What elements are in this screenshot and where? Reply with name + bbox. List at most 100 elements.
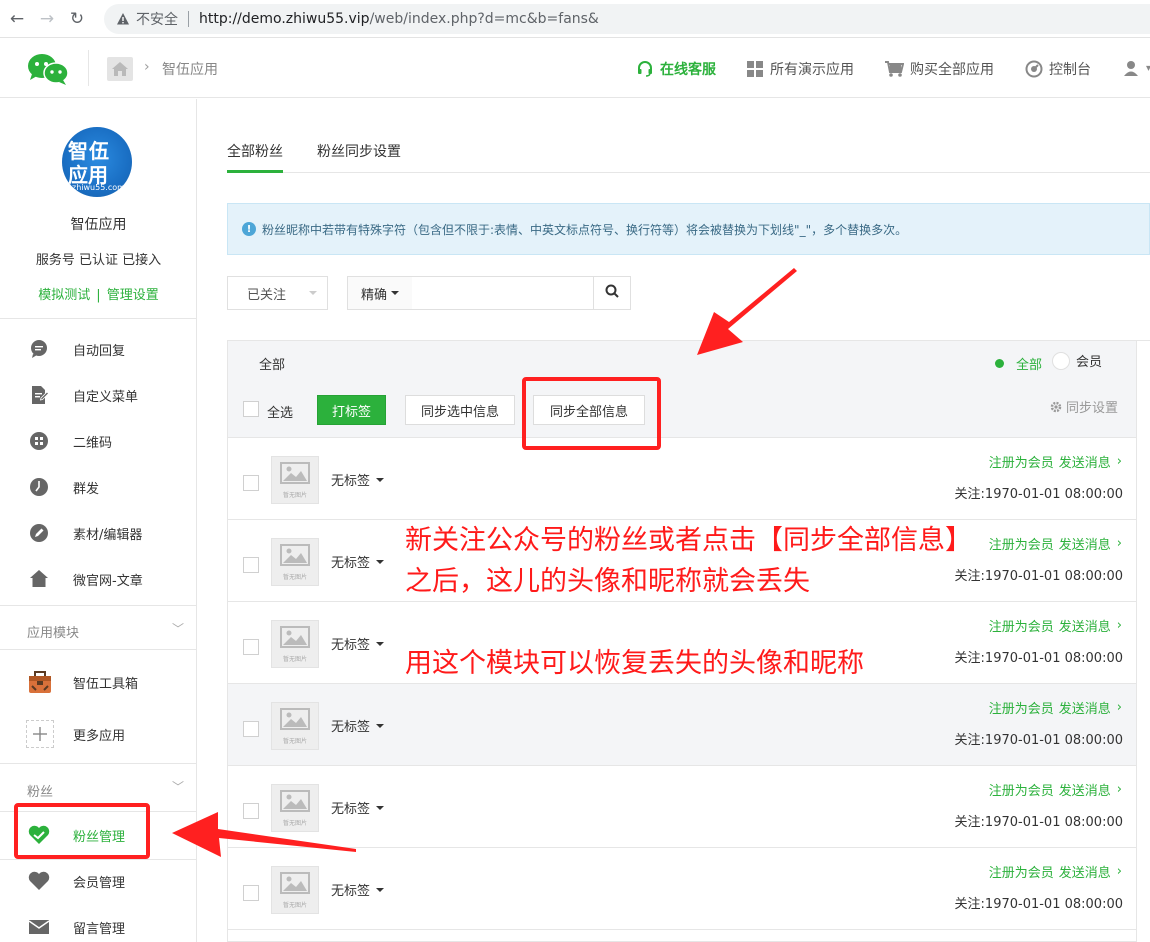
wechat-logo-icon[interactable] <box>26 52 70 86</box>
sidebar-item-qrcode[interactable]: 二维码 <box>0 421 196 461</box>
send-message-link[interactable]: 发送消息 <box>1059 534 1111 553</box>
follow-time: 关注:1970-01-01 08:00:00 <box>955 647 1123 666</box>
caret-down-icon <box>376 641 385 646</box>
address-bar[interactable]: 不安全 http://demo.zhiwu55.vip/web/index.ph… <box>104 4 1150 34</box>
all-demos-link[interactable]: 所有演示应用 <box>746 59 854 79</box>
chevron-right-icon[interactable]: › <box>1117 536 1122 551</box>
url-path: /web/index.php?d=mc&b=fans& <box>369 11 599 27</box>
fan-tag-dropdown[interactable]: 无标签 <box>331 470 385 489</box>
toolbox-icon <box>26 668 54 696</box>
follow-status-select[interactable]: 已关注 <box>227 276 328 310</box>
register-member-link[interactable]: 注册为会员 <box>989 862 1054 881</box>
fan-tag-label: 无标签 <box>331 556 371 571</box>
manage-settings-link[interactable]: 管理设置 <box>107 288 159 303</box>
send-message-link[interactable]: 发送消息 <box>1059 616 1111 635</box>
fan-avatar-placeholder: 暂无图片 <box>271 620 319 668</box>
forward-icon[interactable]: → <box>34 6 60 32</box>
register-member-link[interactable]: 注册为会员 <box>989 698 1054 717</box>
sidebar-item-more-apps[interactable]: 更多应用 <box>0 714 196 754</box>
sync-settings-link[interactable]: 同步设置 <box>1050 397 1118 416</box>
fan-checkbox[interactable] <box>243 557 259 573</box>
sidebar-item-message-management[interactable]: 留言管理 <box>0 907 196 942</box>
fan-avatar-placeholder: 暂无图片 <box>271 784 319 832</box>
sidebar-item-auto-reply[interactable]: 自动回复 <box>0 329 196 369</box>
follow-time-value: 1970-01-01 08:00:00 <box>984 897 1123 912</box>
account-status: 服务号 已认证 已接入 <box>35 253 162 268</box>
caret-down-icon <box>376 887 385 892</box>
tag-button[interactable]: 打标签 <box>317 395 386 425</box>
fan-row: 暂无图片 无标签 注册为会员 发送消息 › 关注:1970-01-01 08:00:… <box>228 848 1136 930</box>
chevron-right-icon[interactable]: › <box>1117 864 1122 879</box>
chevron-right-icon[interactable]: › <box>1117 454 1122 469</box>
tab-all-fans[interactable]: 全部粉丝 <box>227 141 283 161</box>
tab-fans-sync-settings[interactable]: 粉丝同步设置 <box>317 141 401 161</box>
fan-checkbox[interactable] <box>243 475 259 491</box>
chevron-right-icon[interactable]: › <box>1117 782 1122 797</box>
sidebar-item-label: 更多应用 <box>73 728 126 744</box>
select-all-label[interactable]: 全选 <box>267 402 293 421</box>
fan-tag-dropdown[interactable]: 无标签 <box>331 634 385 653</box>
send-message-link[interactable]: 发送消息 <box>1059 452 1111 471</box>
select-all-checkbox[interactable] <box>243 401 259 417</box>
sidebar-item-member-management[interactable]: 会员管理 <box>0 861 196 901</box>
chevron-right-icon[interactable]: › <box>1117 618 1122 633</box>
fan-tag-dropdown[interactable]: 无标签 <box>331 716 385 735</box>
dashboard-icon <box>1025 60 1043 78</box>
fan-tag-dropdown[interactable]: 无标签 <box>331 552 385 571</box>
warning-icon <box>116 12 130 26</box>
user-menu[interactable]: ▾ <box>1122 59 1150 77</box>
online-service-link[interactable]: 在线客服 <box>636 59 716 79</box>
sidebar-item-custom-menu[interactable]: 自定义菜单 <box>0 375 196 415</box>
pen-icon <box>28 522 50 544</box>
account-links: 模拟测试 | 管理设置 <box>0 284 197 303</box>
radio-all-option[interactable]: 全部 <box>995 354 1042 373</box>
image-placeholder-icon <box>280 543 310 570</box>
group-app-modules-title[interactable]: 应用模块 <box>27 622 79 641</box>
follow-label: 关注: <box>954 569 985 584</box>
caret-down-icon <box>309 291 317 295</box>
fan-tag-dropdown[interactable]: 无标签 <box>331 798 385 817</box>
back-icon[interactable]: ← <box>4 6 30 32</box>
tabs-divider <box>227 172 1150 173</box>
fan-checkbox[interactable] <box>243 639 259 655</box>
send-message-link[interactable]: 发送消息 <box>1059 780 1111 799</box>
follow-label: 关注: <box>954 651 985 666</box>
breadcrumb-app[interactable]: 智伍应用 <box>162 59 218 79</box>
reload-icon[interactable]: ↻ <box>64 6 90 32</box>
buy-all-link[interactable]: 购买全部应用 <box>884 59 994 79</box>
register-member-link[interactable]: 注册为会员 <box>989 452 1054 471</box>
register-member-link[interactable]: 注册为会员 <box>989 616 1054 635</box>
sidebar-item-microsite-article[interactable]: 微官网-文章 <box>0 559 196 599</box>
fan-checkbox[interactable] <box>243 721 259 737</box>
avatar-text-line3: zhiwu55.com <box>72 183 125 192</box>
search-input[interactable] <box>412 276 594 310</box>
home-icon[interactable] <box>107 57 133 81</box>
fan-checkbox[interactable] <box>243 885 259 901</box>
follow-label: 关注: <box>954 897 985 912</box>
chevron-down-icon[interactable]: ﹀ <box>172 778 184 795</box>
radio-member-option[interactable]: 会员 <box>1052 351 1102 370</box>
follow-time: 关注:1970-01-01 08:00:00 <box>955 893 1123 912</box>
fan-checkbox[interactable] <box>243 803 259 819</box>
fan-tag-dropdown[interactable]: 无标签 <box>331 880 385 899</box>
fan-actions: 注册为会员 发送消息 › <box>989 452 1122 471</box>
qrcode-icon <box>28 430 50 452</box>
fan-tag-label: 无标签 <box>331 720 371 735</box>
match-mode-dropdown[interactable]: 精确 <box>347 276 413 310</box>
console-link[interactable]: 控制台 <box>1025 59 1091 79</box>
register-member-link[interactable]: 注册为会员 <box>989 534 1054 553</box>
sidebar-item-toolbox[interactable]: 智伍工具箱 <box>0 662 196 702</box>
register-member-link[interactable]: 注册为会员 <box>989 780 1054 799</box>
avatar-caption: 暂无图片 <box>282 573 307 581</box>
search-button[interactable] <box>593 276 631 310</box>
send-message-link[interactable]: 发送消息 <box>1059 862 1111 881</box>
sidebar-item-material-editor[interactable]: 素材/编辑器 <box>0 513 196 553</box>
sidebar-item-broadcast[interactable]: 群发 <box>0 467 196 507</box>
send-message-link[interactable]: 发送消息 <box>1059 698 1111 717</box>
sync-selected-button[interactable]: 同步选中信息 <box>405 395 515 425</box>
group-fans-title[interactable]: 粉丝 <box>27 781 53 800</box>
follow-time-value: 1970-01-01 08:00:00 <box>984 733 1123 748</box>
simulate-test-link[interactable]: 模拟测试 <box>38 288 90 303</box>
chevron-right-icon[interactable]: › <box>1117 700 1122 715</box>
chevron-down-icon[interactable]: ﹀ <box>172 620 184 637</box>
